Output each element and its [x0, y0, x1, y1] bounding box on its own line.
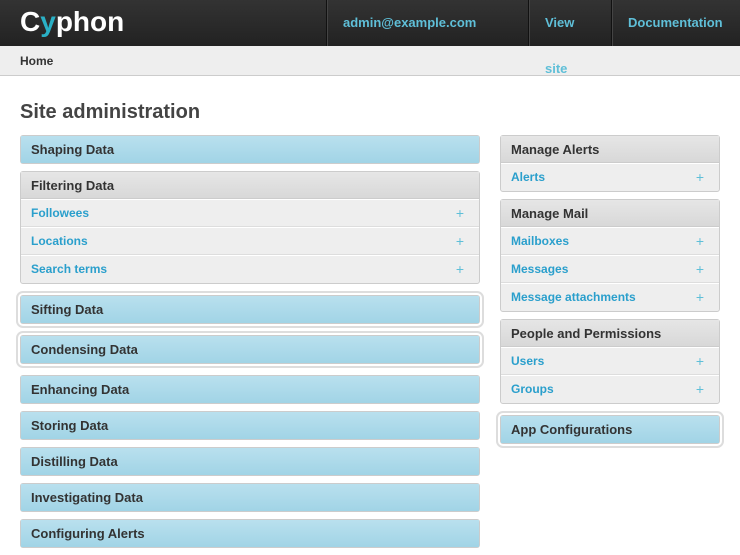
user-link[interactable]: admin@example.com: [326, 0, 528, 46]
add-icon[interactable]: +: [696, 284, 709, 311]
add-icon[interactable]: +: [696, 164, 709, 191]
app-module: Shaping Data: [20, 135, 480, 164]
model-row: Locations +: [21, 227, 479, 255]
add-icon[interactable]: +: [696, 228, 709, 254]
module-caption[interactable]: Configuring Alerts: [21, 520, 479, 547]
app-module: Condensing Data: [16, 331, 484, 368]
model-row: Groups +: [501, 375, 719, 403]
breadcrumb: Home: [0, 46, 740, 76]
app-module: Manage Alerts Alerts +: [500, 135, 720, 192]
model-link[interactable]: Users: [511, 348, 544, 374]
app-module: Investigating Data: [20, 483, 480, 512]
logo[interactable]: Cyphon: [20, 6, 124, 38]
app-module: Manage Mail Mailboxes + Messages + Message at…: [500, 199, 720, 312]
right-column: Manage Alerts Alerts + Manage Mail Mailboxes…: [496, 135, 724, 455]
module-caption[interactable]: Manage Alerts: [501, 136, 719, 163]
add-icon[interactable]: +: [696, 256, 709, 282]
add-icon[interactable]: +: [456, 200, 469, 226]
model-link[interactable]: Followees: [31, 200, 89, 226]
model-row: Users +: [501, 347, 719, 375]
module-caption[interactable]: Manage Mail: [501, 200, 719, 227]
module-caption[interactable]: Condensing Data: [21, 336, 479, 363]
model-row: Mailboxes +: [501, 227, 719, 255]
module-caption[interactable]: Shaping Data: [21, 136, 479, 163]
model-row: Message attachments +: [501, 283, 719, 311]
add-icon[interactable]: +: [456, 228, 469, 254]
model-link[interactable]: Groups: [511, 376, 554, 403]
add-icon[interactable]: +: [696, 376, 709, 403]
module-caption[interactable]: Storing Data: [21, 412, 479, 439]
app-module: People and Permissions Users + Groups +: [500, 319, 720, 404]
model-row: Followees +: [21, 199, 479, 227]
app-module: App Configurations: [496, 411, 724, 448]
model-row: Alerts +: [501, 163, 719, 191]
model-link[interactable]: Search terms: [31, 256, 107, 283]
module-caption[interactable]: Distilling Data: [21, 448, 479, 475]
add-icon[interactable]: +: [456, 256, 469, 283]
module-caption[interactable]: Enhancing Data: [21, 376, 479, 403]
app-module: Enhancing Data: [20, 375, 480, 404]
add-icon[interactable]: +: [696, 348, 709, 374]
model-link[interactable]: Message attachments: [511, 284, 636, 311]
module-caption[interactable]: Sifting Data: [21, 296, 479, 323]
model-link[interactable]: Locations: [31, 228, 88, 254]
app-module: Distilling Data: [20, 447, 480, 476]
model-row: Messages +: [501, 255, 719, 283]
model-link[interactable]: Mailboxes: [511, 228, 569, 254]
left-column: Shaping Data Filtering Data Followees + Loca…: [16, 135, 484, 555]
model-row: Search terms +: [21, 255, 479, 283]
module-caption[interactable]: Filtering Data: [21, 172, 479, 199]
breadcrumb-home[interactable]: Home: [20, 54, 53, 68]
app-module: Storing Data: [20, 411, 480, 440]
module-caption[interactable]: People and Permissions: [501, 320, 719, 347]
app-module: Filtering Data Followees + Locations + Search…: [20, 171, 480, 284]
model-link[interactable]: Messages: [511, 256, 568, 282]
module-caption[interactable]: Investigating Data: [21, 484, 479, 511]
model-link[interactable]: Alerts: [511, 164, 545, 191]
app-module: Configuring Alerts: [20, 519, 480, 548]
app-module: Sifting Data: [16, 291, 484, 328]
header: Cyphon admin@example.com View site Docum…: [0, 0, 740, 76]
documentation-link[interactable]: Documentation: [611, 0, 740, 46]
page-title: Site administration: [20, 101, 201, 123]
view-site-link[interactable]: View site: [528, 0, 611, 76]
module-caption[interactable]: App Configurations: [501, 416, 719, 443]
